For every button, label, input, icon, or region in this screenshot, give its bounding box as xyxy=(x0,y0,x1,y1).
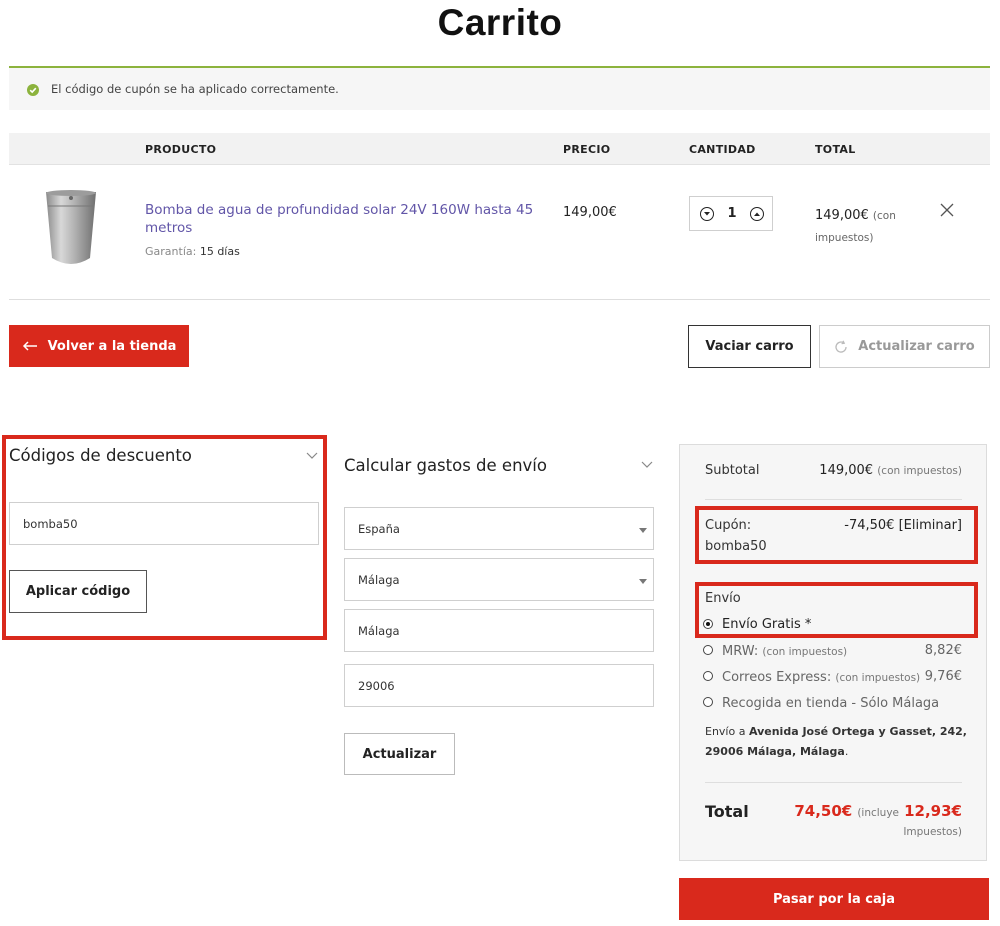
back-to-shop-button[interactable]: Volver a la tienda xyxy=(9,325,189,367)
shipping-option-mrw-price: 8,82€ xyxy=(924,643,962,658)
success-notice: El código de cupón se ha aplicado correc… xyxy=(9,66,990,110)
shipping-option-free-label[interactable]: Envío Gratis * xyxy=(722,617,811,632)
caret-down-icon xyxy=(639,579,647,584)
apply-coupon-button[interactable]: Aplicar código xyxy=(9,570,147,613)
total-label: Total xyxy=(705,802,749,821)
total-amount: 74,50€ (incluye 12,93€ xyxy=(770,801,962,820)
quantity-stepper[interactable]: 1 xyxy=(689,196,773,231)
checkout-button[interactable]: Pasar por la caja xyxy=(679,878,989,920)
arrow-left-icon xyxy=(22,341,37,351)
shipping-option-correos[interactable]: Correos Express: (con impuestos) xyxy=(722,670,920,685)
tax-label: Impuestos) xyxy=(903,826,962,838)
chevron-down-icon[interactable] xyxy=(641,461,653,469)
coupon-summary-highlight xyxy=(695,506,978,564)
update-shipping-button[interactable]: Actualizar xyxy=(344,733,455,775)
coupon-section-title[interactable]: Códigos de descuento xyxy=(9,446,192,465)
notice-message: El código de cupón se ha aplicado correc… xyxy=(51,82,339,96)
city-input[interactable]: Málaga xyxy=(344,609,654,652)
column-header-product: PRODUCTO xyxy=(145,143,217,156)
check-circle-icon xyxy=(27,84,39,96)
product-thumbnail[interactable] xyxy=(42,188,100,270)
remove-coupon-link[interactable]: [Eliminar] xyxy=(899,518,962,533)
province-select[interactable]: Málaga xyxy=(344,558,654,601)
country-select-value: España xyxy=(358,521,400,536)
shipping-option-mrw[interactable]: MRW: (con impuestos) xyxy=(722,644,847,659)
remove-item-button[interactable] xyxy=(938,201,956,219)
shipping-option-correos-label: Correos Express: xyxy=(722,670,832,685)
increase-quantity-button[interactable] xyxy=(750,207,764,221)
shipping-calculator-title[interactable]: Calcular gastos de envío xyxy=(344,456,547,475)
page-title: Carrito xyxy=(437,2,563,43)
caret-down-icon xyxy=(639,528,647,533)
update-cart-button[interactable]: Actualizar carro xyxy=(819,325,990,368)
total-includes-text: (incluye xyxy=(857,807,900,819)
product-price: 149,00€ xyxy=(563,205,617,220)
shipping-option-free-radio[interactable] xyxy=(703,619,713,629)
shipping-option-mrw-note: (con impuestos) xyxy=(762,646,848,658)
column-header-quantity: CANTIDAD xyxy=(689,143,756,156)
subtotal-value: 149,00€ xyxy=(819,463,874,478)
warranty-info: Garantía: 15 días xyxy=(145,245,240,258)
total-value: 74,50€ xyxy=(794,802,853,820)
ship-to-suffix: . xyxy=(844,745,849,758)
tax-value: 12,93€ xyxy=(904,802,962,820)
line-total: 149,00€ (con impuestos) xyxy=(815,205,915,249)
shipping-option-correos-radio[interactable] xyxy=(703,671,713,681)
ship-to-address: Envío a Avenida José Ortega y Gasset, 24… xyxy=(705,722,967,762)
coupon-summary-label: Cupón: xyxy=(705,518,752,533)
chevron-down-icon[interactable] xyxy=(306,452,318,460)
coupon-discount-value: -74,50€ xyxy=(844,518,895,533)
refresh-icon xyxy=(835,340,847,353)
cart-table-header: PRODUCTO PRECIO CANTIDAD TOTAL xyxy=(9,133,990,165)
province-select-value: Málaga xyxy=(358,572,400,587)
coupon-summary-amount: -74,50€ [Eliminar] xyxy=(800,518,962,533)
divider xyxy=(705,499,962,500)
coupon-code-input[interactable]: bomba50 xyxy=(9,502,319,545)
subtotal-note: (con impuestos) xyxy=(877,465,962,477)
ship-to-address-value: Avenida José Ortega y Gasset, 242, 29006… xyxy=(705,725,967,758)
shipping-option-pickup-label[interactable]: Recogida en tienda - Sólo Málaga xyxy=(722,696,939,711)
close-icon xyxy=(940,203,954,217)
update-cart-label: Actualizar carro xyxy=(858,339,975,354)
subtotal-amount: 149,00€ (con impuestos) xyxy=(780,463,962,478)
column-header-total: TOTAL xyxy=(815,143,856,156)
subtotal-label: Subtotal xyxy=(705,463,760,478)
shipping-option-correos-price: 9,76€ xyxy=(924,669,962,684)
coupon-summary-code: bomba50 xyxy=(705,539,767,554)
shipping-label: Envío xyxy=(705,591,741,606)
shipping-option-mrw-label: MRW: xyxy=(722,644,759,659)
country-select[interactable]: España xyxy=(344,507,654,550)
column-header-price: PRECIO xyxy=(563,143,611,156)
product-link[interactable]: Bomba de agua de profundidad solar 24V 1… xyxy=(145,201,535,237)
shipping-option-mrw-radio[interactable] xyxy=(703,645,713,655)
postcode-input[interactable]: 29006 xyxy=(344,664,654,707)
warranty-label: Garantía: xyxy=(145,245,197,258)
back-to-shop-label: Volver a la tienda xyxy=(47,338,177,354)
shipping-option-pickup-radio[interactable] xyxy=(703,697,713,707)
shipping-option-correos-note: (con impuestos) xyxy=(835,672,921,684)
empty-cart-button[interactable]: Vaciar carro xyxy=(688,325,811,368)
warranty-value: 15 días xyxy=(199,245,240,258)
line-total-value: 149,00€ xyxy=(815,208,869,223)
divider xyxy=(9,299,990,300)
chevron-up-icon xyxy=(754,212,760,216)
ship-to-prefix: Envío a xyxy=(705,725,746,738)
divider xyxy=(705,782,962,783)
